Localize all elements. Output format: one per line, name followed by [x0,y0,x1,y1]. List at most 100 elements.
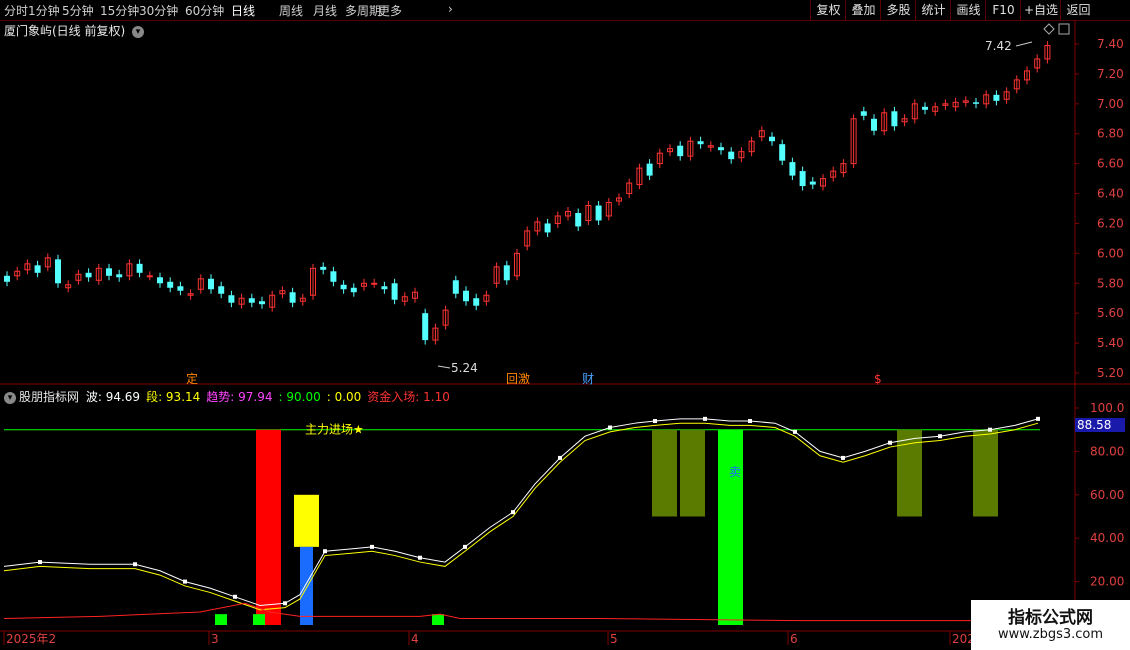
candle-body [422,313,429,341]
candle [962,96,969,107]
watermark: 指标公式网 www.zbgs3.com [971,600,1130,650]
candle-body [371,282,378,285]
candle-body [452,280,459,294]
candle-body [809,181,816,185]
watermark-url: www.zbgs3.com [997,627,1104,642]
candle [269,290,276,312]
price-axis: 7.40 7.20 7.00 6.80 6.60 6.40 6.20 6.00 5.80 5.60… [1075,37,1124,380]
candle [922,102,928,115]
indicator-legend: ▾ 股朋指标网 波: 94.69 段: 93.14 趋势: 97.94: 90.00:… [4,388,459,405]
low-price-label: 5.24 [451,361,478,375]
candle [228,290,235,308]
candle [473,293,480,311]
candle [391,278,398,305]
ind-tick-label: 100.0 [1090,401,1124,415]
candle [646,159,653,181]
bar-small-green [432,614,444,625]
indicator-menu-icon[interactable]: ▾ [4,391,16,404]
candle [238,293,245,309]
bar-yellow [294,494,319,547]
candle-body [391,283,398,300]
event-marker: 回激 [506,372,530,386]
candle [299,293,306,306]
line-bo-marker [558,455,562,460]
candle-body [769,136,775,142]
ind-tick-label: 80.00 [1090,444,1124,458]
price-tick-label: 5.60 [1097,306,1124,320]
price-tick-label: 5.80 [1097,276,1124,290]
candle [952,97,959,112]
candle-body [248,298,255,303]
indicator-legend-values: 波: 94.69 段: 93.14 趋势: 97.94: 90.00: 0.00 资金… [86,390,456,404]
candle [106,263,112,281]
chart-frame [0,20,1130,632]
legend-value: 1.10 [423,390,450,404]
candle [748,136,755,157]
line-bo-marker [370,544,374,549]
event-marker: 财 [582,372,594,386]
candle [911,99,918,124]
candle [177,281,184,296]
line-bo-marker [793,429,797,434]
legend-value: 93.14 [165,390,201,404]
candle-body [575,212,582,227]
candle-body [779,144,786,161]
diamond-icon [1043,23,1055,35]
candle [1013,75,1020,94]
candle [942,99,949,110]
indicator-name: 股朋指标网 [19,390,80,404]
legend-label: 趋势: [206,390,239,404]
line-bo-marker [233,594,237,599]
candle [524,226,531,251]
candle-body [677,145,684,157]
candle [514,248,520,281]
candle [422,308,429,345]
date-label: 2025年2 [6,632,56,646]
candle [932,102,939,116]
price-tick-label: 6.60 [1097,157,1124,171]
candle-body [116,274,123,278]
low-pointer [437,365,451,369]
candle-body [799,171,806,187]
candle [789,157,796,181]
high-pointer [1015,41,1033,47]
candle-body [34,265,41,273]
candle [697,136,704,149]
legend-item: 段: 93.14 [146,390,203,404]
event-marker: $ [874,372,882,386]
main-entry-label: 主力进场★ [305,423,364,437]
candle [626,178,633,199]
indicator-axis: 100.0 80.00 60.00 40.00 20.00 88.58 主力进场★ [4,401,1125,589]
candle [850,114,857,169]
line-bo-marker [323,549,327,554]
candle-body [106,268,112,276]
line-bo-marker [183,579,187,584]
candle [95,263,102,285]
candle [616,193,622,206]
price-tick-label: 6.40 [1097,187,1124,201]
candle [289,287,296,308]
candle [1003,87,1010,104]
candle [799,166,806,191]
bar-olive [973,429,998,517]
candle [187,289,194,300]
price-tick-label: 5.40 [1097,336,1124,350]
candle [891,106,898,131]
candle [4,271,10,287]
candle [157,272,163,288]
indicator-bars: 卖 [215,429,998,625]
candle [340,280,347,294]
candle [126,259,133,281]
date-label: 3 [211,632,219,646]
legend-value: 90.00 [286,390,321,404]
legend-label: 波: [85,390,106,404]
candle [820,174,826,191]
candle-body [728,151,735,160]
chart-canvas: 7.40 7.20 7.00 6.80 6.60 6.40 6.20 6.00 5.80 5.60… [0,20,1130,646]
candle [656,148,663,169]
line-bo [3,418,1039,606]
panel-toggle-icon [1058,23,1070,35]
candle-body [228,295,235,303]
candle [75,269,82,285]
candle-body [503,265,510,281]
